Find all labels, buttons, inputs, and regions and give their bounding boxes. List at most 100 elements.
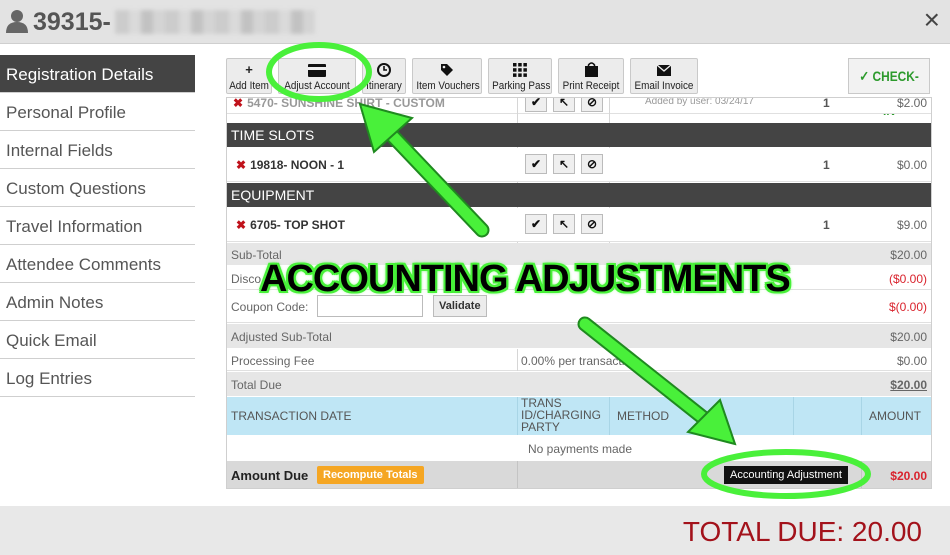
coupon-label: Coupon Code: <box>231 300 309 314</box>
sidebar: Registration Details Personal Profile In… <box>0 55 195 397</box>
grid-icon <box>489 62 551 78</box>
sidebar-item-personal-profile[interactable]: Personal Profile <box>0 93 195 131</box>
sidebar-item-quick-email[interactable]: Quick Email <box>0 321 195 359</box>
item-amount: $0.00 <box>896 158 927 172</box>
button-label: Email Invoice <box>634 80 694 92</box>
tag-icon <box>413 62 481 78</box>
adjusted-subtotal-value: $20.00 <box>890 330 927 344</box>
section-title: TIME SLOTS <box>231 127 315 143</box>
processing-fee-row: Processing Fee 0.00% per transaction $0.… <box>227 349 931 371</box>
total-due-value: $20.00 <box>890 378 927 392</box>
sidebar-item-log-entries[interactable]: Log Entries <box>0 359 195 397</box>
plus-icon: + <box>245 62 253 77</box>
shopping-bag-icon <box>559 62 623 78</box>
button-label: Itinerary <box>366 80 402 92</box>
remove-icon[interactable]: ✖ <box>233 98 243 110</box>
check-icon[interactable]: ✔ <box>525 214 547 234</box>
arrow-up-left-icon[interactable]: ↖ <box>553 154 575 174</box>
itinerary-button[interactable]: Itinerary <box>362 58 406 94</box>
item-note: Added by user: 03/24/17 <box>645 97 754 107</box>
recompute-totals-button[interactable]: Recompute Totals <box>317 466 424 484</box>
check-icon[interactable]: ✔ <box>525 98 547 112</box>
sidebar-item-attendee-comments[interactable]: Attendee Comments <box>0 245 195 283</box>
column-header: TRANSACTION DATE <box>231 409 352 423</box>
sidebar-item-custom-questions[interactable]: Custom Questions <box>0 169 195 207</box>
sidebar-item-travel-information[interactable]: Travel Information <box>0 207 195 245</box>
discount-label: Disco <box>231 272 262 286</box>
item-amount: $2.00 <box>896 97 927 110</box>
table-row: ✖ 6705- TOP SHOT ✔ ↖ ⊘ 1 $9.00 <box>227 208 931 242</box>
no-payments-row: No payments made <box>227 436 931 460</box>
toolbar: + Add Item Adjust Account Itinerary Item… <box>226 55 932 118</box>
processing-fee-label: Processing Fee <box>231 354 315 368</box>
total-due-label: Total Due <box>231 378 282 392</box>
remove-icon[interactable]: ✖ <box>236 218 246 232</box>
column-divider <box>609 397 610 435</box>
remove-icon[interactable]: ✖ <box>236 158 246 172</box>
cancel-icon[interactable]: ⊘ <box>581 154 603 174</box>
check-icon[interactable]: ✔ <box>525 154 547 174</box>
button-label: Adjust Account <box>284 80 350 92</box>
sidebar-item-label: Registration Details <box>6 65 154 84</box>
print-receipt-button[interactable]: Print Receipt <box>558 58 624 94</box>
column-divider <box>517 349 518 371</box>
item-name-text: 19818- NOON - 1 <box>250 158 345 172</box>
item-vouchers-button[interactable]: Item Vouchers <box>412 58 482 94</box>
item-qty: 1 <box>823 218 830 232</box>
modal-header: 39315- × <box>0 0 950 44</box>
user-icon <box>6 10 28 33</box>
item-amount: $9.00 <box>896 218 927 232</box>
credit-card-icon <box>279 62 355 78</box>
envelope-icon <box>631 62 697 78</box>
column-divider <box>861 397 862 435</box>
column-divider <box>517 461 518 488</box>
sidebar-item-label: Internal Fields <box>6 141 113 160</box>
coupon-value: $(0.00) <box>888 300 927 314</box>
adjusted-subtotal-label: Adjusted Sub-Total <box>231 330 332 344</box>
registration-id: 39315- <box>33 8 111 36</box>
redacted-name <box>115 10 315 34</box>
arrow-up-left-icon[interactable]: ↖ <box>553 214 575 234</box>
processing-fee-rate: 0.00% per transaction <box>521 354 638 368</box>
annotation-label: ACCOUNTING ADJUSTMENTS <box>260 258 791 300</box>
item-name: ✖ 5470- SUNSHINE SHIRT - CUSTOM <box>233 97 445 110</box>
parking-pass-button[interactable]: Parking Pass <box>488 58 552 94</box>
item-name: ✖ 19818- NOON - 1 <box>236 158 344 172</box>
check-in-button[interactable]: ✓ CHECK-IN <box>848 58 930 118</box>
table-row: ✖ 5470- SUNSHINE SHIRT - CUSTOM ✔ ↖ ⊘ Add… <box>227 97 931 114</box>
clock-icon <box>363 62 405 78</box>
arrow-up-left-icon[interactable]: ↖ <box>553 98 575 112</box>
transactions-header: TRANSACTION DATE TRANS ID/CHARGING PARTY… <box>227 397 931 435</box>
no-payments-message: No payments made <box>527 442 633 456</box>
cancel-icon[interactable]: ⊘ <box>581 98 603 112</box>
column-header: AMOUNT <box>869 409 921 423</box>
adjust-account-button[interactable]: Adjust Account <box>278 58 356 94</box>
sidebar-item-registration-details[interactable]: Registration Details <box>0 55 195 93</box>
sidebar-item-admin-notes[interactable]: Admin Notes <box>0 283 195 321</box>
close-icon[interactable]: × <box>924 6 940 34</box>
item-name-text: 5470- SUNSHINE SHIRT - CUSTOM <box>247 97 445 110</box>
button-label: Item Vouchers <box>416 80 480 92</box>
sidebar-item-label: Attendee Comments <box>6 255 161 274</box>
cancel-icon[interactable]: ⊘ <box>581 214 603 234</box>
table-row: ✖ 19818- NOON - 1 ✔ ↖ ⊘ 1 $0.00 <box>227 148 931 182</box>
total-due-row: Total Due $20.00 <box>227 372 931 396</box>
amount-due-label: Amount Due <box>231 468 309 483</box>
sidebar-item-label: Log Entries <box>6 369 92 388</box>
section-header-equipment: EQUIPMENT <box>227 183 931 207</box>
sidebar-item-internal-fields[interactable]: Internal Fields <box>0 131 195 169</box>
amount-due-value: $20.00 <box>890 469 927 483</box>
add-item-button[interactable]: + Add Item <box>226 58 272 94</box>
sidebar-item-label: Quick Email <box>6 331 97 350</box>
accounting-adjustment-button[interactable]: Accounting Adjustment <box>724 466 848 484</box>
footer-total-due: TOTAL DUE: 20.00 <box>682 516 922 547</box>
email-invoice-button[interactable]: Email Invoice <box>630 58 698 94</box>
section-header-time-slots: TIME SLOTS <box>227 123 931 147</box>
column-divider <box>861 461 862 488</box>
button-label: Parking Pass <box>492 80 551 92</box>
button-label: Add Item <box>229 80 269 92</box>
footer: TOTAL DUE: 20.00 <box>0 506 950 555</box>
column-header: METHOD <box>617 409 669 423</box>
button-label: Print Receipt <box>562 80 620 92</box>
item-name: ✖ 6705- TOP SHOT <box>236 218 345 232</box>
